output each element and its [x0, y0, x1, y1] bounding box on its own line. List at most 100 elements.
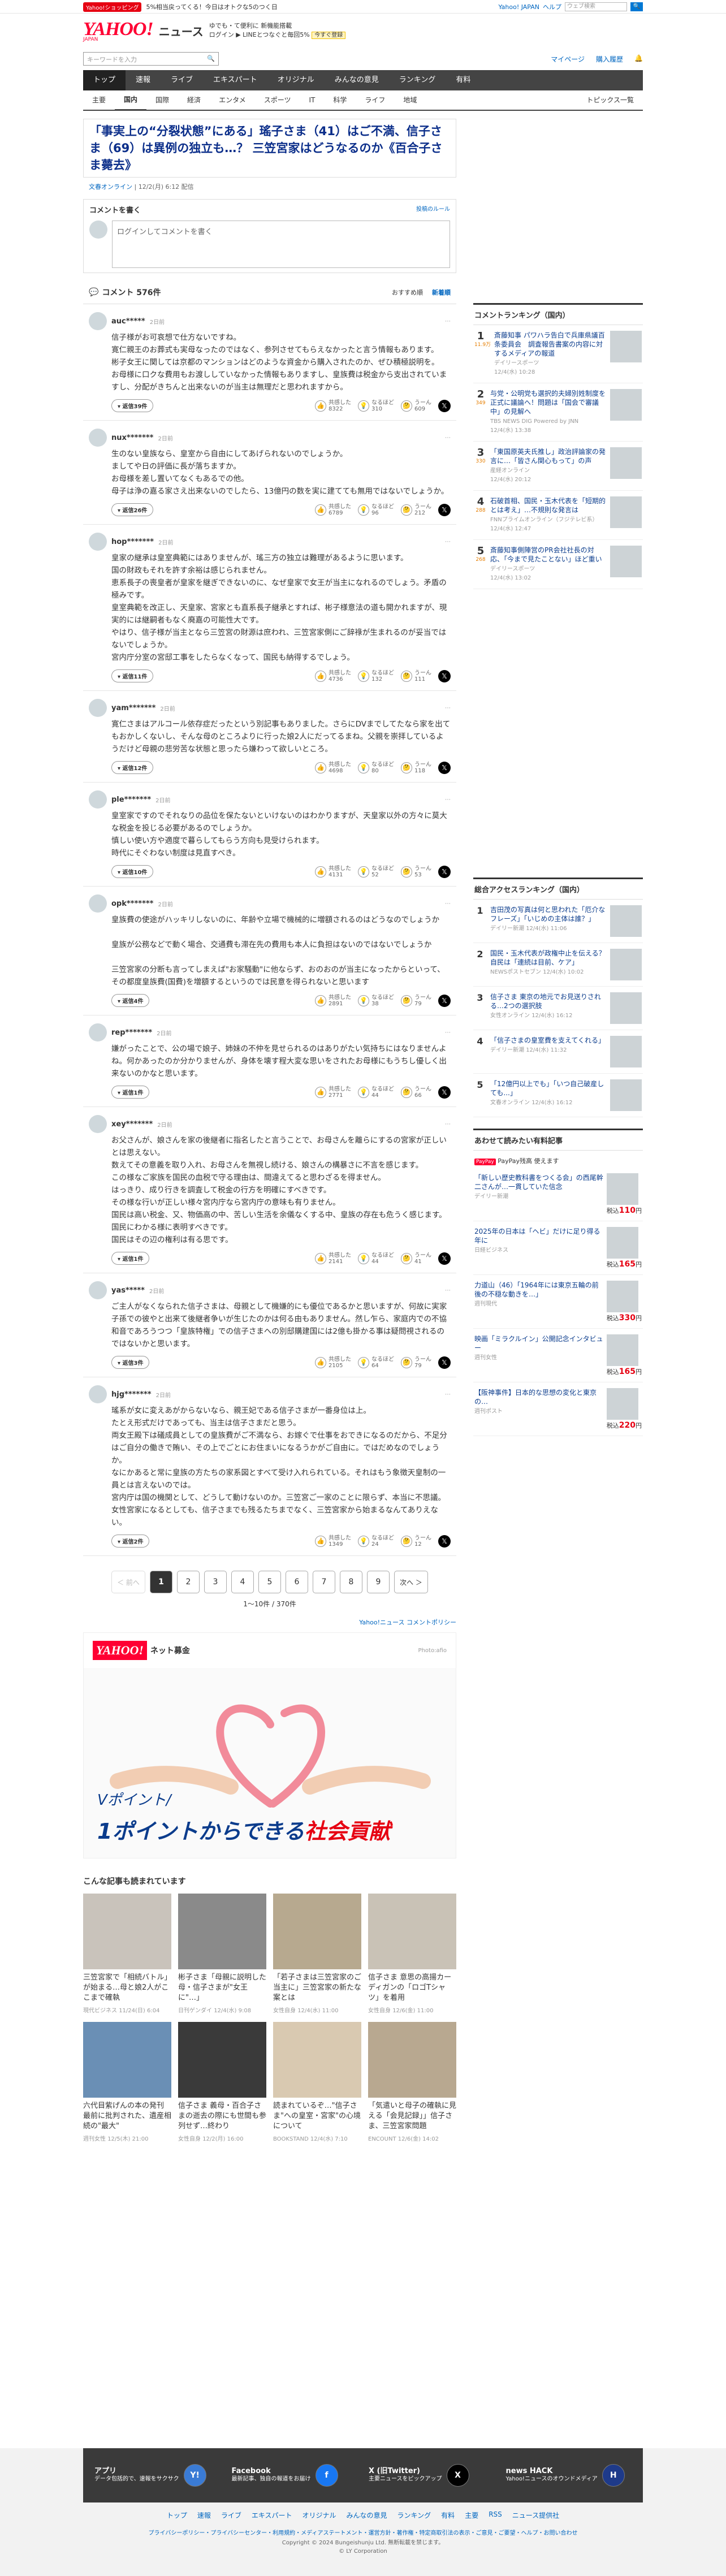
yahoo-japan-link[interactable]: Yahoo! JAPAN [498, 3, 539, 11]
hmm-button[interactable]: 🤔 うーん 66 [401, 1086, 431, 1099]
hmm-button[interactable]: 🤔 うーん 609 [401, 400, 431, 412]
category-tab[interactable]: 国内 [115, 90, 147, 111]
related-card[interactable]: 「若子さまは三笠宮家のご当主に」三笠宮家の新たな案とは 女性自身 12/4(水) … [273, 1894, 361, 2014]
paid-article-item[interactable]: 力道山（46）「1964年には東京五輪の前後の不穏な動きを…」 週刊現代 税込330… [473, 1275, 643, 1329]
comment-menu-icon[interactable]: ⋯ [445, 1121, 451, 1127]
comment-menu-icon[interactable]: ⋯ [445, 539, 451, 545]
x-share-icon[interactable]: 𝕏 [438, 1086, 451, 1099]
main-nav-item[interactable]: エキスパート [203, 70, 267, 90]
shopping-badge[interactable]: Yahoo!ショッピング [83, 2, 142, 12]
x-share-icon[interactable]: 𝕏 [438, 503, 451, 516]
agree-button[interactable]: 👍 共感した 4698 [315, 762, 351, 774]
paid-article-item[interactable]: 「新しい歴史教科書をつくる会」の西尾幹二さんが…一貫していた信念 デイリー新潮 税込… [473, 1168, 643, 1221]
footer-social-col[interactable]: アプリ データ包括的で、速報をサクサク Y! [94, 2464, 221, 2487]
x-share-icon[interactable]: 𝕏 [438, 399, 451, 412]
x-share-icon[interactable]: 𝕏 [438, 1252, 451, 1265]
search-icon[interactable]: 🔍 [207, 55, 215, 63]
main-nav-item[interactable]: みんなの意見 [325, 70, 389, 90]
reply-toggle-button[interactable]: ▾ 返信1件 [111, 1252, 150, 1265]
footer-nav-item[interactable]: 主要 [465, 2510, 478, 2520]
comment-user[interactable]: auc***** [111, 317, 145, 326]
comment-menu-icon[interactable]: ⋯ [445, 1030, 451, 1036]
paid-article-item[interactable]: 2025年の日本は「ヘビ」だけに足り得る年に 日経ビジネス 税込165円 [473, 1221, 643, 1275]
agree-button[interactable]: 👍 共感した 2891 [315, 995, 351, 1007]
footer-nav-item[interactable]: RSS [489, 2510, 502, 2520]
news-search-input[interactable]: キーワードを入力 🔍 [83, 52, 219, 66]
footer-nav-item[interactable]: ライブ [221, 2510, 241, 2520]
footer-social-col[interactable]: X (旧Twitter) 主要ニュースをピックアップ X [369, 2464, 495, 2487]
x-share-icon[interactable]: 𝕏 [438, 1356, 451, 1369]
think-button[interactable]: 💡 なるほど 44 [358, 1086, 394, 1099]
related-card[interactable]: 六代目紫げんの本の発刊 最前に批判された、遺産相続の"最大" 週刊女性 12/5(… [83, 2022, 171, 2142]
header-promo[interactable]: ゆでも・て便利に 新機能搭載 ログイン ▶ LINEとつなぐと毎回5% 今すぐ登… [209, 21, 346, 40]
related-card[interactable]: 信子さま 意思の高揚カーディガンの「ロゴTシャツ」を着用 女性自身 12/6(金)… [368, 1894, 456, 2014]
comment-menu-icon[interactable]: ⋯ [445, 1287, 451, 1294]
service-name[interactable]: ニュース [159, 23, 204, 39]
think-button[interactable]: 💡 なるほど 310 [358, 400, 394, 412]
related-card[interactable]: 「気遣いと母子の確執に見える「会見記録」」信子さま、三笠宮家問題 ENCOUNT … [368, 2022, 456, 2142]
main-nav-item[interactable]: ライブ [161, 70, 203, 90]
yahoo-logo[interactable]: YAHOO! JAPAN [83, 19, 154, 42]
promo-text[interactable]: 5%相当戻ってくる！今日はオトクな5のつく日 [146, 2, 277, 11]
footer-nav-item[interactable]: トップ [167, 2510, 187, 2520]
agree-button[interactable]: 👍 共感した 8322 [315, 400, 351, 412]
page-number-button[interactable]: 4 [231, 1571, 254, 1593]
comment-user[interactable]: xey******* [111, 1120, 153, 1129]
comment-user[interactable]: yas***** [111, 1286, 145, 1295]
comment-user[interactable]: hop******* [111, 538, 154, 546]
agree-button[interactable]: 👍 共感した 4131 [315, 866, 351, 878]
footer-nav-item[interactable]: 速報 [197, 2510, 211, 2520]
agree-button[interactable]: 👍 共感した 2141 [315, 1252, 351, 1265]
think-button[interactable]: 💡 なるほど 80 [358, 762, 394, 774]
article-source[interactable]: 文春オンライン [89, 183, 132, 191]
ranking-item[interactable]: 1 11.9万 斎藤知事 パワハラ告白で兵庫県議百条委員会 調査報告書案の内容に対す… [473, 325, 643, 383]
related-card[interactable]: 信子さま 義母・百合子さまの逝去の際にも世間も参列せず…終わり 女性自身 12/2… [178, 2022, 266, 2142]
page-number-button[interactable]: 2 [177, 1571, 200, 1593]
page-number-button[interactable]: 8 [340, 1571, 362, 1593]
access-ranking-item[interactable]: 1 吉田茂の写真は何と思われた「厄介なフレーズ」「いじめの主体は誰？」 デイリー新潮… [473, 900, 643, 943]
comment-user[interactable]: yam******* [111, 704, 155, 712]
reply-toggle-button[interactable]: ▾ 返信11件 [111, 669, 154, 682]
access-ranking-item[interactable]: 5 「12億円以上でも」「いつ自己破産しても...」 文春オンライン 12/4(水)… [473, 1074, 643, 1117]
main-nav-item[interactable]: オリジナル [267, 70, 325, 90]
page-number-button[interactable]: 1 [150, 1571, 172, 1593]
access-ranking-item[interactable]: 3 信子さま 東京の地元でお見送りされる…2つの選択肢 女性オンライン 12/4(水… [473, 987, 643, 1030]
reply-toggle-button[interactable]: ▾ 返信26件 [111, 503, 154, 516]
reply-toggle-button[interactable]: ▾ 返信3件 [111, 1356, 150, 1369]
page-number-button[interactable]: 9 [367, 1571, 390, 1593]
comment-menu-icon[interactable]: ⋯ [445, 435, 451, 441]
comment-menu-icon[interactable]: ⋯ [445, 318, 451, 325]
category-tab[interactable]: 国際 [146, 90, 178, 110]
hmm-button[interactable]: 🤔 うーん 118 [401, 762, 431, 774]
comment-menu-icon[interactable]: ⋯ [445, 797, 451, 803]
x-share-icon[interactable]: 𝕏 [438, 865, 451, 878]
footer-nav-item[interactable]: ランキング [397, 2510, 431, 2520]
related-card[interactable]: 読まれているぞ…"信子さま"への皇室・宮家"の心境について BOOKSTAND 1… [273, 2022, 361, 2142]
comment-user[interactable]: hjg******* [111, 1390, 152, 1399]
ranking-item[interactable]: 2 349 与党・公明党も選択的夫婦別姓制度を正式に議論へ！問題は「国会で審議中」の… [473, 383, 643, 442]
x-icon[interactable]: X [446, 2464, 469, 2487]
comment-user[interactable]: opk******* [111, 900, 153, 908]
category-tab[interactable]: 経済 [178, 90, 210, 110]
agree-button[interactable]: 👍 共感した 1349 [315, 1535, 351, 1548]
comment-input[interactable]: ログインしてコメントを書く [112, 221, 450, 268]
reply-toggle-button[interactable]: ▾ 返信2件 [111, 1535, 150, 1548]
think-button[interactable]: 💡 なるほど 132 [358, 670, 394, 682]
footer-nav-item[interactable]: みんなの意見 [347, 2510, 387, 2520]
topics-list-link[interactable]: トピックス一覧 [577, 90, 643, 110]
footer-links[interactable]: プライバシーポリシー・プライバシーセンター・利用規約・メディアステートメント・運… [0, 2528, 726, 2539]
hmm-button[interactable]: 🤔 うーん 212 [401, 504, 431, 516]
next-page-button[interactable]: 次へ ＞ [394, 1571, 428, 1593]
comment-menu-icon[interactable]: ⋯ [445, 705, 451, 711]
facebook-icon[interactable]: f [315, 2464, 338, 2487]
reply-toggle-button[interactable]: ▾ 返信10件 [111, 865, 154, 878]
comment-menu-icon[interactable]: ⋯ [445, 1391, 451, 1398]
think-button[interactable]: 💡 なるほど 38 [358, 995, 394, 1007]
x-share-icon[interactable]: 𝕏 [438, 669, 451, 682]
access-ranking-item[interactable]: 2 国民・玉木代表が政権中止を伝える？自民は「連続は目前、ケア」 NEWSポストセブ… [473, 943, 643, 987]
web-search-button[interactable]: 🔍 [630, 2, 643, 11]
hmm-button[interactable]: 🤔 うーん 53 [401, 866, 431, 878]
category-tab[interactable]: 科学 [324, 90, 356, 110]
main-nav-item[interactable]: ランキング [389, 70, 446, 90]
hmm-button[interactable]: 🤔 うーん 41 [401, 1252, 431, 1265]
